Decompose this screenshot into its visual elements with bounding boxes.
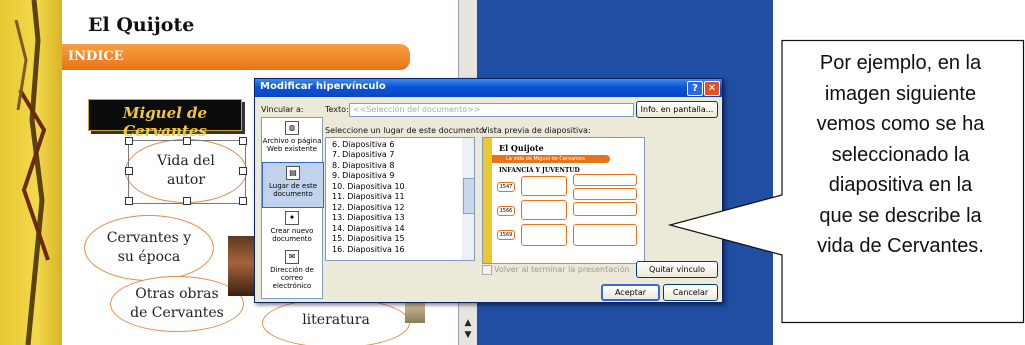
preview-box <box>573 174 637 186</box>
callout-line: diapositiva en la <box>828 174 973 196</box>
slide-title[interactable]: El Quijote <box>88 14 194 36</box>
oval-otras-obras[interactable]: Otras obras de Cervantes <box>110 276 244 332</box>
preview-box <box>521 224 567 246</box>
author-heading-text: Miguel de Cervantes <box>122 104 208 140</box>
places-list[interactable]: 6. Diapositiva 6 7. Diapositiva 7 8. Dia… <box>325 137 475 261</box>
list-item[interactable]: 9. Diapositiva 9 <box>332 171 394 180</box>
return-after-show-checkbox[interactable] <box>482 265 492 275</box>
link-email-button[interactable]: ✉ Dirección de correo electrónico <box>262 250 322 290</box>
callout-line: imagen siguiente <box>824 82 977 105</box>
link-item-label: Crear nuevo documento <box>270 227 314 243</box>
link-existing-file-button[interactable]: ◍ Archivo o página Web existente <box>262 121 322 153</box>
dialog-titlebar[interactable]: Modificar hipervínculo ? ✕ <box>255 79 722 97</box>
oval-label: Cervantes y su época <box>106 230 192 265</box>
slide-preview: El Quijote La vida de Miguel de Cervante… <box>482 137 645 264</box>
preview-label: Vista previa de diapositiva: <box>482 126 591 135</box>
list-item[interactable]: 12. Diapositiva 12 <box>332 203 405 212</box>
list-item-label: 11. Diapositiva 11 <box>332 192 405 201</box>
callout-line: vemos como se ha <box>816 113 985 135</box>
preview-year: 1569 <box>497 230 515 240</box>
link-to-label: Vincular a: <box>261 105 304 114</box>
list-item-label: 9. Diapositiva 9 <box>332 171 395 180</box>
list-item-label: 8. Diapositiva 8 <box>332 161 395 170</box>
preview-box <box>521 200 567 220</box>
resize-handle[interactable] <box>239 137 247 145</box>
list-item-label: 7. Diapositiva 7 <box>332 150 395 159</box>
link-item-label: Lugar de este documento <box>268 182 318 198</box>
callout-line: que se describe la <box>819 204 982 227</box>
email-icon: ✉ <box>285 250 299 264</box>
list-item-label: 6. Diapositiva 6 <box>332 140 395 149</box>
list-item[interactable]: 8. Diapositiva 8 <box>332 161 394 170</box>
callout-line: Por ejemplo, en la <box>819 52 982 74</box>
preview-year: 1566 <box>497 206 515 216</box>
resize-handle[interactable] <box>239 197 247 205</box>
callout-line: seleccionado la <box>831 143 970 166</box>
link-to-bar: ◍ Archivo o página Web existente ▤ Lugar… <box>261 117 324 299</box>
resize-handle[interactable] <box>125 197 133 205</box>
preview-year: 1547 <box>497 182 515 192</box>
preview-box <box>573 224 637 246</box>
oval-label: literatura <box>302 312 370 328</box>
list-item-label: 10. Diapositiva 10 <box>332 182 405 191</box>
list-item[interactable]: 13. Diapositiva 13 <box>332 213 405 222</box>
globe-file-icon: ◍ <box>285 121 299 135</box>
ok-button[interactable]: Aceptar <box>601 284 660 301</box>
list-scrollbar[interactable] <box>462 138 474 260</box>
list-item-label: 16. Diapositiva 16 <box>332 245 405 254</box>
text-label: Texto: <box>325 105 349 114</box>
oval-label: Otras obras de Cervantes <box>130 286 224 321</box>
callout-line: vida de Cervantes. <box>817 235 984 257</box>
don-quixote-figure-icon <box>14 0 50 345</box>
scroll-down-icon[interactable]: ▼ <box>462 330 474 340</box>
resize-handle[interactable] <box>125 167 133 175</box>
author-heading-box[interactable]: Miguel de Cervantes <box>88 99 242 140</box>
list-item[interactable]: 15. Diapositiva 15 <box>332 234 405 243</box>
resize-handle[interactable] <box>183 137 191 145</box>
preview-box <box>521 176 567 196</box>
document-place-icon: ▤ <box>286 166 300 180</box>
oval-literatura[interactable]: literatura <box>262 298 410 345</box>
resize-handle[interactable] <box>239 167 247 175</box>
display-text-field[interactable]: <<Selección del documento>> <box>349 103 634 117</box>
preview-box <box>573 188 637 200</box>
book-image <box>405 301 425 323</box>
new-document-icon: ✦ <box>285 211 299 225</box>
link-item-label: Archivo o página Web existente <box>262 137 322 153</box>
oval-cervantes-epoca[interactable]: Cervantes y su época <box>84 215 214 281</box>
list-item[interactable]: 11. Diapositiva 11 <box>332 192 405 201</box>
indice-bar[interactable]: INDICE <box>62 44 410 70</box>
preview-box <box>573 202 637 216</box>
resize-handle[interactable] <box>125 137 133 145</box>
callout-text: Por ejemplo, en la imagen siguiente vemo… <box>782 48 1019 262</box>
list-item[interactable]: 10. Diapositiva 10 <box>332 182 405 191</box>
list-item-label: 15. Diapositiva 15 <box>332 234 405 243</box>
selection-frame[interactable] <box>125 137 247 205</box>
edit-hyperlink-dialog: Modificar hipervínculo ? ✕ Vincular a: T… <box>254 78 723 303</box>
scroll-up-icon[interactable]: ▲ <box>462 318 474 328</box>
list-item-label: 12. Diapositiva 12 <box>332 203 405 212</box>
preview-banner: La vida de Miguel de Cervantes <box>492 155 610 163</box>
list-item[interactable]: 14. Diapositiva 14 <box>332 224 405 233</box>
list-item[interactable]: 6. Diapositiva 6 <box>332 140 394 149</box>
list-scrollbar-thumb[interactable] <box>463 178 474 214</box>
link-item-label: Dirección de correo electrónico <box>270 266 314 290</box>
dialog-title: Modificar hipervínculo <box>260 81 386 92</box>
preview-subtitle: INFANCIA Y JUVENTUD <box>499 167 580 174</box>
list-item[interactable]: 16. Diapositiva 16 <box>332 245 405 254</box>
link-this-document-button[interactable]: ▤ Lugar de este documento <box>262 162 324 208</box>
resize-handle[interactable] <box>183 197 191 205</box>
list-item[interactable]: 7. Diapositiva 7 <box>332 150 394 159</box>
return-after-show-label: Volver al terminar la presentación <box>494 265 630 274</box>
preview-strip <box>483 138 492 263</box>
preview-title: El Quijote <box>499 143 544 153</box>
indice-label: INDICE <box>68 49 124 64</box>
link-new-document-button[interactable]: ✦ Crear nuevo documento <box>262 211 322 243</box>
list-item-label: 13. Diapositiva 13 <box>332 213 405 222</box>
place-label: Seleccione un lugar de este documento: <box>325 126 487 135</box>
list-item-label: 14. Diapositiva 14 <box>332 224 405 233</box>
